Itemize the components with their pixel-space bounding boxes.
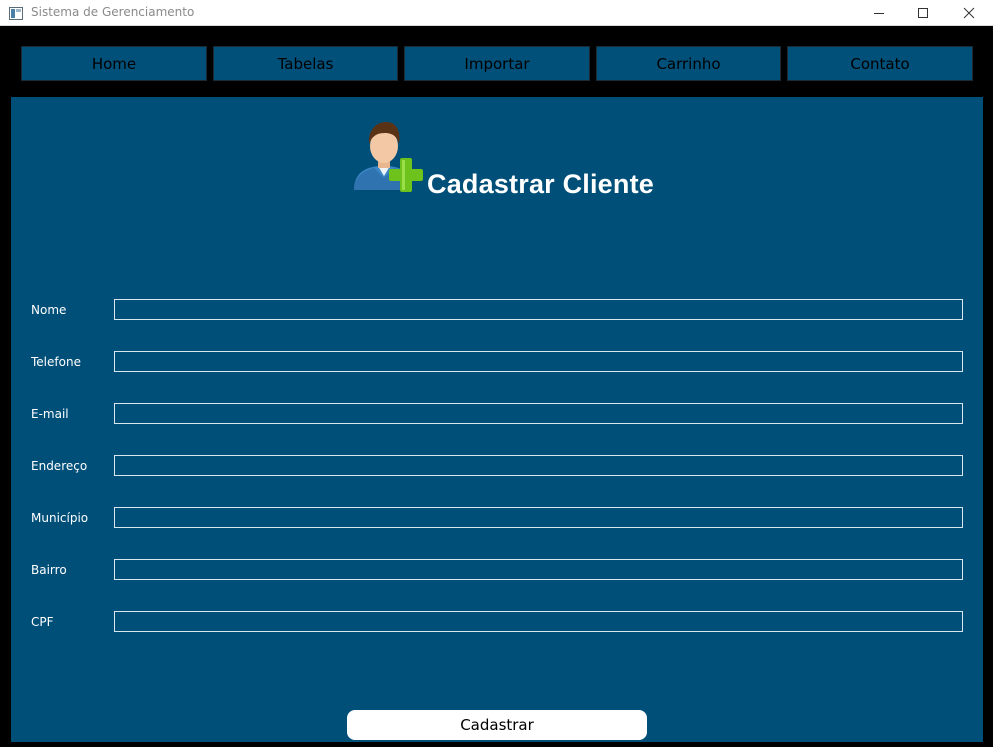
window-title: Sistema de Gerenciamento — [31, 5, 195, 19]
cpf-label: CPF — [31, 615, 54, 629]
bairro-input[interactable] — [114, 559, 963, 580]
user-add-icon — [352, 116, 424, 194]
nome-label: Nome — [31, 303, 67, 317]
minimize-button[interactable] — [856, 0, 902, 26]
window-content: Home Tabelas Importar Carrinho Contato C… — [1, 27, 992, 747]
close-icon — [963, 4, 975, 23]
nome-input[interactable] — [114, 299, 963, 320]
app-icon — [9, 5, 23, 20]
endereco-input[interactable] — [114, 455, 963, 476]
email-label: E-mail — [31, 407, 69, 421]
municipio-label: Município — [31, 511, 89, 525]
bairro-label: Bairro — [31, 563, 67, 577]
email-input[interactable] — [114, 403, 963, 424]
cadastrar-button[interactable]: Cadastrar — [347, 710, 647, 740]
nav-carrinho-button[interactable]: Carrinho — [596, 46, 781, 81]
client-form-panel: Cadastrar Cliente Nome Telefone E-mail E… — [11, 97, 983, 742]
page-title: Cadastrar Cliente — [427, 169, 654, 199]
nav-home-button[interactable]: Home — [21, 46, 207, 81]
maximize-button[interactable] — [900, 0, 946, 26]
nav-importar-button[interactable]: Importar — [404, 46, 590, 81]
maximize-icon — [917, 4, 929, 23]
telefone-label: Telefone — [31, 355, 81, 369]
minimize-icon — [873, 4, 885, 23]
close-button[interactable] — [946, 0, 992, 26]
telefone-input[interactable] — [114, 351, 963, 372]
municipio-input[interactable] — [114, 507, 963, 528]
endereco-label: Endereço — [31, 459, 88, 473]
nav-tabelas-button[interactable]: Tabelas — [213, 46, 398, 81]
title-bar: Sistema de Gerenciamento — [0, 0, 993, 26]
cpf-input[interactable] — [114, 611, 963, 632]
nav-contato-button[interactable]: Contato — [787, 46, 973, 81]
